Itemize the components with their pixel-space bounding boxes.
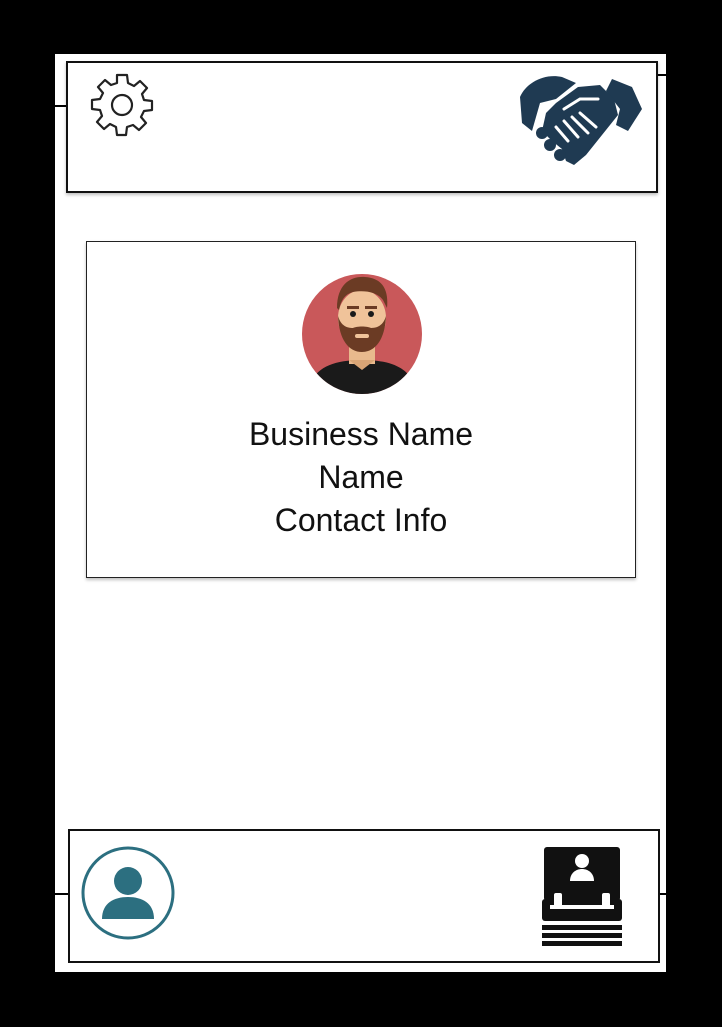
person-icon[interactable] (80, 845, 176, 941)
avatar (299, 268, 425, 394)
profile-card[interactable]: Business Name Name Contact Info (86, 241, 636, 578)
bottom-bar (68, 829, 660, 963)
gear-icon[interactable] (88, 71, 156, 139)
frame-tick-left-top (0, 105, 66, 107)
handshake-icon[interactable] (516, 69, 646, 173)
frame-tick-left-bottom (0, 893, 68, 895)
frame-tick-right-bottom (656, 893, 722, 895)
frame-tick-right-top (656, 74, 722, 76)
contact-info: Contact Info (274, 502, 448, 538)
business-name: Business Name (248, 416, 474, 452)
person-name: Name (318, 459, 404, 495)
top-bar (66, 61, 658, 193)
contact-book-icon[interactable] (540, 847, 624, 947)
